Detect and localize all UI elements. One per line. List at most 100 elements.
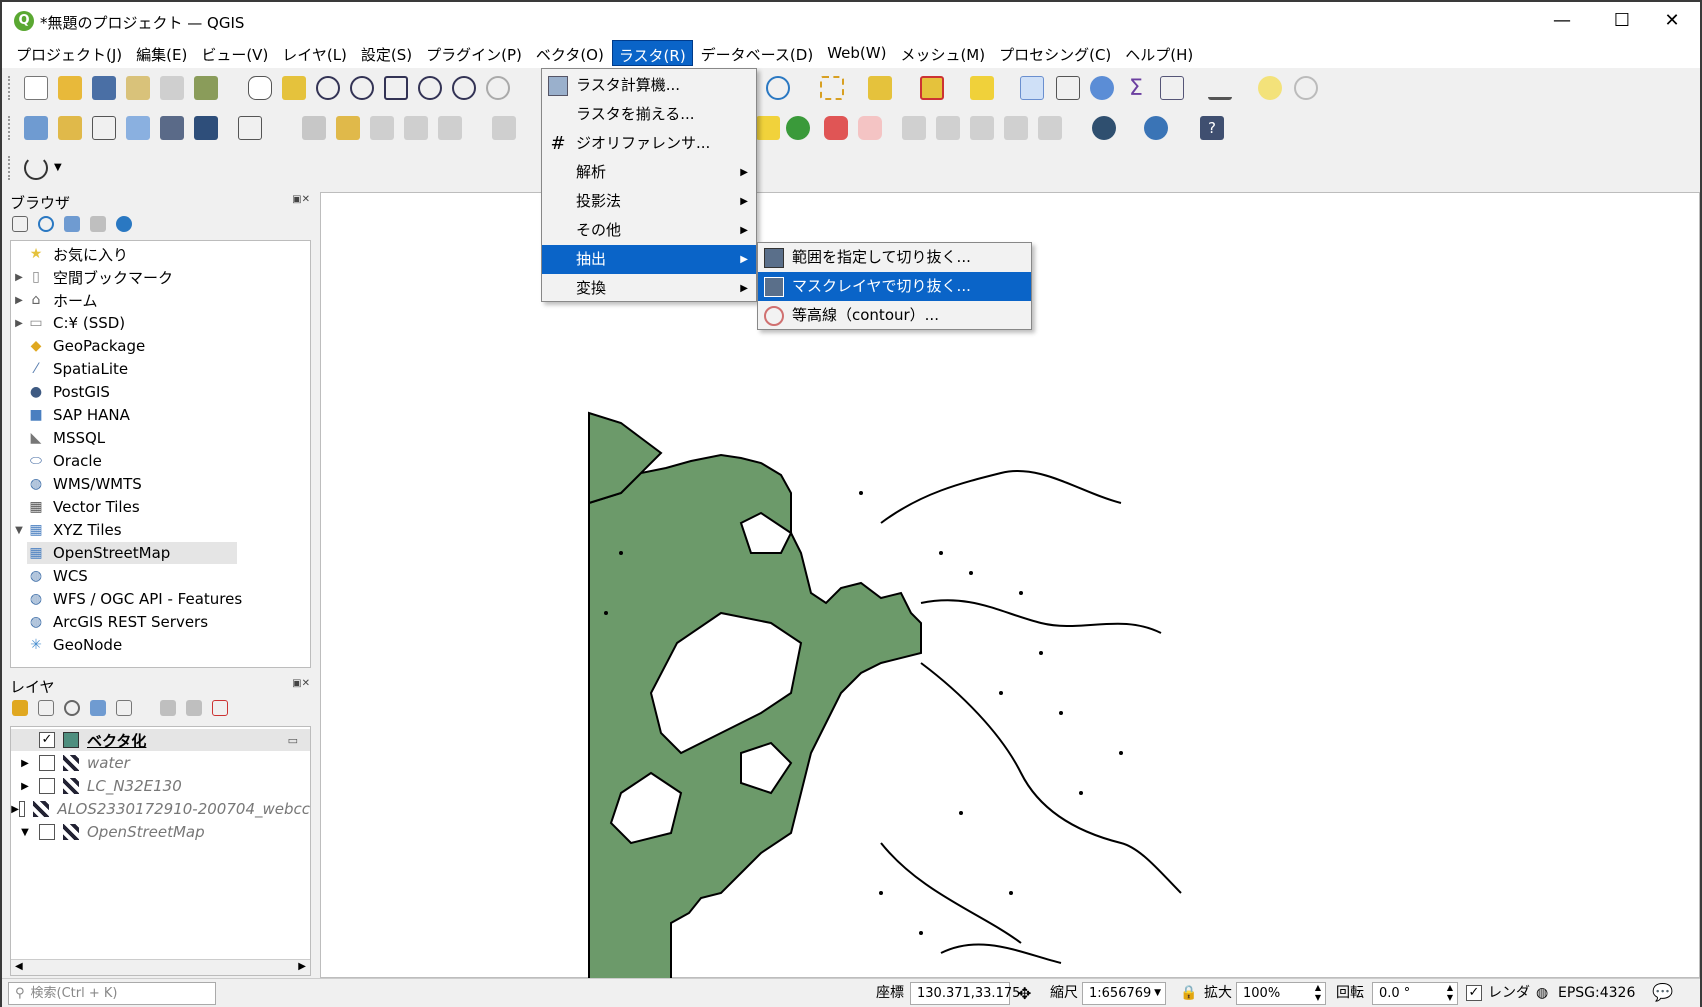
vertex-tool-icon[interactable] [438, 116, 462, 140]
panel-float-close-icon[interactable]: ▣✕ [292, 194, 310, 205]
label-tool-icon[interactable] [756, 116, 780, 140]
style-manager-icon[interactable] [194, 76, 218, 100]
pin-labels-icon[interactable] [902, 116, 926, 140]
tree-item-xyz-tiles[interactable]: ▼ ▦ XYZ Tiles [11, 519, 121, 541]
diagram-tool-icon[interactable] [786, 116, 810, 140]
coordinate-field[interactable]: 130.371,33.175 [910, 982, 1020, 1005]
menu-raster[interactable]: ラスタ(R) [611, 40, 693, 66]
tree-item-geopackage[interactable]: ◆ GeoPackage [11, 335, 146, 357]
chevron-down-icon[interactable]: ▼ [11, 827, 39, 838]
menu-item-align-rasters[interactable]: ラスタを揃える... [542, 100, 756, 129]
zoom-full-icon[interactable] [384, 76, 408, 100]
menu-view[interactable]: ビュー(V) [195, 40, 274, 66]
tree-item-wfs[interactable]: ◍ WFS / OGC API - Features [11, 588, 242, 610]
zoom-to-layer-icon[interactable] [452, 76, 476, 100]
layer-visibility-checkbox[interactable] [39, 824, 55, 840]
pan-map-icon[interactable] [248, 76, 272, 100]
menu-item-contour[interactable]: 等高線（contour）... [758, 301, 1031, 330]
crs-button[interactable]: EPSG:4326 [1558, 983, 1635, 1004]
tree-item-favorites[interactable]: ★ お気に入り [11, 243, 128, 265]
statistics-sigma-icon[interactable]: Σ [1124, 76, 1148, 101]
menu-item-georeferencer[interactable]: # ジオリファレンサ... [542, 129, 756, 158]
tree-item-oracle[interactable]: ⬭ Oracle [11, 450, 102, 472]
reload-icon[interactable] [24, 156, 48, 180]
add-group-icon[interactable] [38, 700, 54, 716]
chevron-right-icon[interactable]: ▶ [11, 295, 27, 306]
layout-manager-icon[interactable] [160, 76, 184, 100]
menu-plugins[interactable]: プラグイン(P) [420, 40, 528, 66]
render-checkbox[interactable]: ✓ [1466, 985, 1482, 1001]
magnifier-field[interactable]: 100% ▲ ▼ [1236, 982, 1326, 1005]
new-project-icon[interactable] [24, 76, 48, 100]
menu-mesh[interactable]: メッシュ(M) [894, 40, 991, 66]
layer-indicator-icon[interactable]: ▭ [288, 734, 298, 747]
attribute-table-icon[interactable] [1056, 76, 1080, 100]
chevron-right-icon[interactable]: ▶ [11, 318, 27, 329]
menu-item-extraction[interactable]: 抽出 ▶ [542, 245, 756, 274]
layer-visibility-checkbox[interactable] [39, 778, 55, 794]
add-vector-layer-icon[interactable] [238, 116, 262, 140]
modify-attributes-icon[interactable] [492, 116, 516, 140]
label-highlight-icon[interactable] [824, 116, 848, 140]
panel-float-close-icon[interactable]: ▣✕ [292, 678, 310, 689]
zoom-to-selection-icon[interactable] [418, 76, 442, 100]
menu-layer[interactable]: レイヤ(L) [276, 40, 353, 66]
properties-info-icon[interactable] [116, 216, 132, 232]
expand-all-icon[interactable] [160, 700, 176, 716]
menu-vector[interactable]: ベクタ(O) [530, 40, 610, 66]
label-abc-icon[interactable] [858, 116, 882, 140]
chevron-down-icon[interactable]: ▼ [54, 156, 66, 180]
settings-gear-icon[interactable] [1090, 76, 1114, 100]
qgis-network-icon[interactable] [1092, 116, 1116, 140]
layer-row-water[interactable]: ▶ water [11, 752, 130, 774]
filter-expression-icon[interactable] [116, 700, 132, 716]
menu-processing[interactable]: プロセシング(C) [993, 40, 1117, 66]
filter-legend-icon[interactable] [90, 700, 106, 716]
help-icon[interactable]: ? [1200, 116, 1224, 140]
select-by-value-icon[interactable] [868, 76, 892, 100]
collapse-all-icon[interactable] [90, 216, 106, 232]
menu-item-clip-by-extent[interactable]: 範囲を指定して切り抜く... [758, 243, 1031, 272]
toggle-editing-icon[interactable] [336, 116, 360, 140]
pan-to-selection-icon[interactable] [282, 76, 306, 100]
menu-database[interactable]: データベース(D) [695, 40, 820, 66]
scroll-right-icon[interactable]: ▶ [298, 961, 306, 972]
add-selected-layers-icon[interactable] [12, 216, 28, 232]
manage-map-themes-icon[interactable] [64, 700, 80, 716]
menu-item-miscellaneous[interactable]: その他 ▶ [542, 216, 756, 245]
layer-visibility-checkbox[interactable] [19, 801, 26, 817]
tree-item-vector-tiles[interactable]: ▦ Vector Tiles [11, 496, 139, 518]
menu-item-analysis[interactable]: 解析 ▶ [542, 158, 756, 187]
refresh-browser-icon[interactable] [38, 216, 54, 232]
open-field-calculator-icon[interactable] [1160, 76, 1184, 100]
crs-globe-icon[interactable]: ◍ [1536, 983, 1548, 1004]
select-features-icon[interactable] [820, 76, 844, 100]
open-project-icon[interactable] [58, 76, 82, 100]
menu-project[interactable]: プロジェクト(J) [10, 40, 128, 66]
menu-item-projections[interactable]: 投影法 ▶ [542, 187, 756, 216]
deselect-icon[interactable] [920, 76, 944, 100]
tree-item-mssql[interactable]: ◣ MSSQL [11, 427, 106, 449]
menu-item-raster-calculator[interactable]: ラスタ計算機... [542, 71, 756, 100]
chevron-right-icon[interactable]: ▶ [11, 804, 19, 815]
new-virtual-layer-icon[interactable] [160, 116, 184, 140]
tree-item-bookmarks[interactable]: ▶ ▯ 空間ブックマーク [11, 266, 173, 288]
locator-search-input[interactable]: ⚲ 検索(Ctrl + K) [8, 982, 216, 1005]
new-geopackage-icon[interactable] [58, 116, 82, 140]
tree-item-home[interactable]: ▶ ⌂ ホーム [11, 289, 97, 311]
rotate-label-icon[interactable] [1004, 116, 1028, 140]
measure-icon[interactable] [1208, 76, 1232, 100]
layer-visibility-checkbox[interactable]: ✓ [39, 732, 55, 748]
tree-item-drive-c[interactable]: ▶ ▭ C:¥ (SSD) [11, 312, 125, 334]
close-button[interactable]: ✕ [1642, 2, 1702, 40]
data-source-manager-icon[interactable] [24, 116, 48, 140]
new-temporary-layer-icon[interactable] [194, 116, 218, 140]
layer-row-vectorized[interactable]: ✓ ベクタ化 ▭ [11, 729, 310, 751]
add-feature-icon[interactable] [404, 116, 428, 140]
toggle-extents-icon[interactable]: ✥ [1018, 983, 1031, 1004]
zoom-in-icon[interactable] [316, 76, 340, 100]
menu-item-clip-by-mask[interactable]: マスクレイヤで切り抜く... [758, 272, 1031, 301]
current-edits-icon[interactable] [302, 116, 326, 140]
show-labels-icon[interactable] [936, 116, 960, 140]
move-label-icon[interactable] [970, 116, 994, 140]
